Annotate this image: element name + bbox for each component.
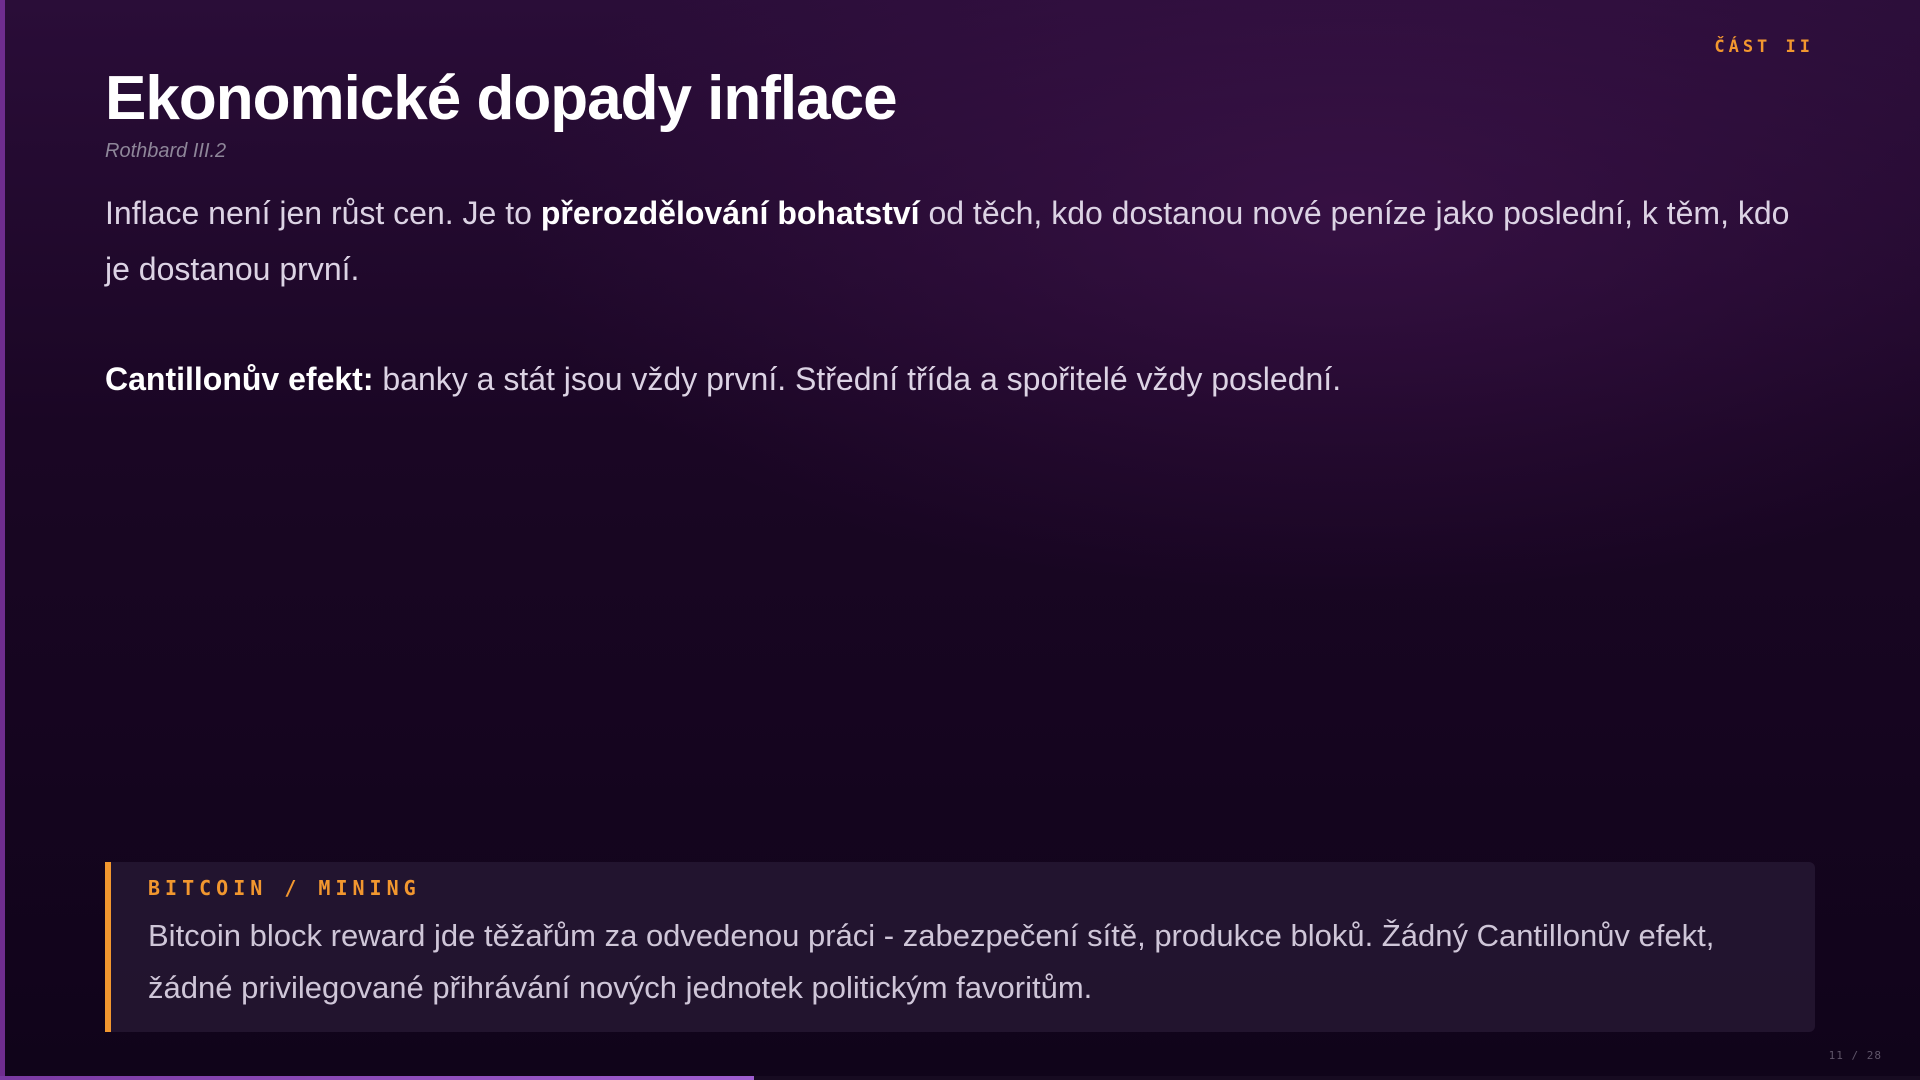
callout-label: BITCOIN / MINING [148,876,421,900]
slide-content: Ekonomické dopady inflace Rothbard III.2… [105,62,1815,407]
slide-title: Ekonomické dopady inflace [105,64,898,133]
paragraph-inflation: Inflace není jen růst cen. Je to přerozd… [105,185,1805,297]
page-number: 11 / 28 [1828,1049,1882,1062]
slide-progress-track [0,1076,1920,1080]
paragraph-cantillon: Cantillonův efekt: banky a stát jsou vžd… [105,351,1805,407]
paragraph-inflation-emphasis: přerozdělování bohatství [540,195,920,232]
bitcoin-callout: BITCOIN / MINING Bitcoin block reward jd… [105,862,1815,1032]
paragraph-cantillon-rest: banky a stát jsou vždy první. Střední tř… [373,361,1342,398]
left-accent-bar [0,0,5,1080]
paragraph-cantillon-emphasis: Cantillonův efekt: [105,361,374,398]
callout-text: Bitcoin block reward jde těžařům za odve… [148,918,1715,1005]
section-label: ČÁST II [1714,37,1814,57]
paragraph-inflation-lead: Inflace není jen růst cen. Je to [105,195,541,232]
slide-subtitle: Rothbard III.2 [105,140,227,163]
slide-progress-fill [0,1076,755,1080]
